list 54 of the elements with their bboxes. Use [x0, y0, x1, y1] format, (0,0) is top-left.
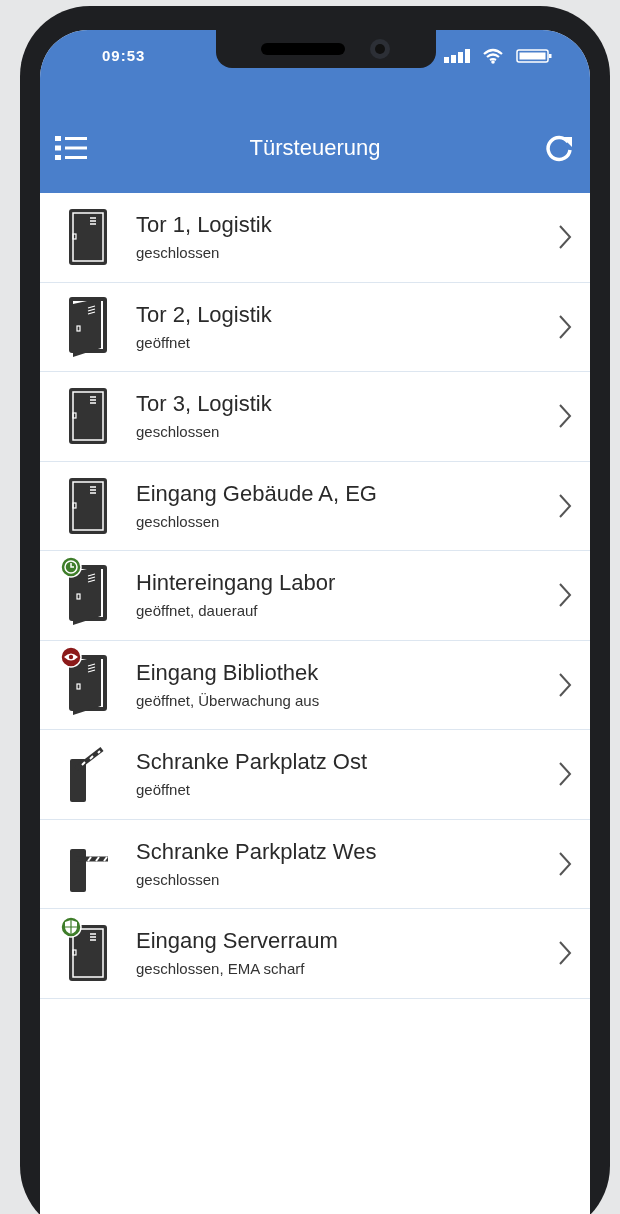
chevron-right-icon: [558, 403, 572, 430]
item-title: Schranke Parkplatz Wes: [136, 838, 378, 865]
chevron-right-icon: [558, 671, 572, 698]
header-title: Türsteuerung: [249, 134, 381, 162]
eye-badge-icon: [60, 645, 82, 668]
door-list-item[interactable]: Schranke Parkplatz Ost geöffnet: [40, 730, 590, 820]
speaker-grille-icon: [261, 43, 345, 55]
open-door-icon: [68, 564, 108, 627]
door-list-item[interactable]: Eingang Bibliothek geöffnet, Überwachung aus: [40, 640, 590, 730]
item-status: geschlossen: [136, 512, 221, 531]
chevron-right-icon: [558, 224, 572, 251]
open-door-icon: [68, 295, 108, 358]
item-title: Eingang Bibliothek: [136, 659, 320, 686]
item-title: Hintereingang Labor: [136, 570, 337, 597]
chevron-right-icon: [558, 492, 572, 519]
closed-door-icon: [68, 387, 108, 446]
signal-icon: [444, 49, 470, 63]
camera-icon: [369, 38, 391, 60]
chevron-right-icon: [558, 582, 572, 609]
door-list-item[interactable]: Tor 3, Logistik geschlossen: [40, 372, 590, 462]
item-status: geöffnet: [136, 333, 191, 352]
door-list-item[interactable]: Eingang Gebäude A, EG geschlossen: [40, 461, 590, 551]
wifi-icon: [482, 48, 504, 64]
door-list-item[interactable]: Schranke Parkplatz Wes geschlossen: [40, 819, 590, 909]
clock-badge-icon: [60, 556, 82, 579]
item-status: geschlossen: [136, 244, 221, 263]
item-title: Tor 2, Logistik: [136, 301, 273, 328]
chevron-right-icon: [558, 940, 572, 967]
battery-icon: [516, 49, 552, 63]
door-list-item[interactable]: Tor 1, Logistik geschlossen: [40, 193, 590, 283]
item-title: Schranke Parkplatz Ost: [136, 749, 369, 776]
item-status: geöffnet: [136, 781, 191, 800]
shield-badge-icon: [60, 916, 82, 939]
door-list-item[interactable]: Eingang Serverraum geschlossen, EMA scharf: [40, 909, 590, 999]
closed-door-icon: [68, 208, 108, 267]
item-title: Eingang Serverraum: [136, 928, 339, 955]
item-status: geöffnet, Überwachung aus: [136, 691, 321, 710]
item-status: geschlossen, EMA scharf: [136, 960, 306, 979]
door-list-item[interactable]: Hintereingang Labor geöffnet, dauerauf: [40, 551, 590, 641]
chevron-right-icon: [558, 761, 572, 788]
item-title: Tor 1, Logistik: [136, 212, 273, 239]
chevron-right-icon: [558, 850, 572, 877]
door-list-item[interactable]: Tor 2, Logistik geöffnet: [40, 282, 590, 372]
item-status: geschlossen: [136, 423, 221, 442]
list-icon: [55, 134, 87, 161]
item-status: geöffnet, dauerauf: [136, 602, 259, 621]
status-time: 09:53: [102, 45, 146, 66]
closed-door-icon: [68, 476, 108, 535]
item-title: Tor 3, Logistik: [136, 391, 273, 418]
item-title: Eingang Gebäude A, EG: [136, 480, 378, 507]
closed-door-icon: [68, 924, 108, 983]
open-door-icon: [68, 653, 108, 716]
item-status: geschlossen: [136, 870, 221, 889]
chevron-right-icon: [558, 313, 572, 340]
